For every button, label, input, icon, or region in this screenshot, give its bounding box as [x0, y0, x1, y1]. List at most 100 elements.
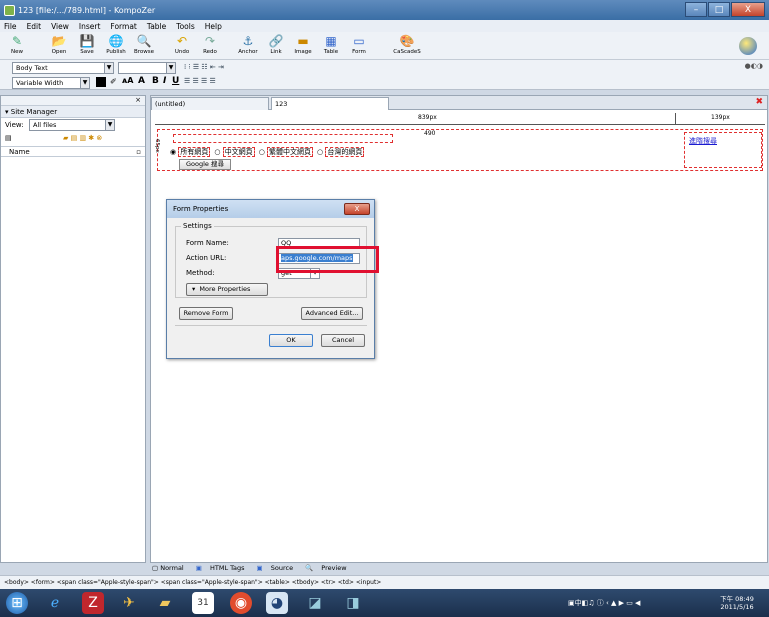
browse-button[interactable]: 🔍 Browse [131, 34, 157, 55]
dialog-close-button[interactable]: X [344, 203, 370, 215]
menu-format[interactable]: Format [110, 22, 136, 31]
highlight-icon[interactable]: ✐ [110, 77, 117, 86]
underline-button[interactable]: U [172, 76, 179, 86]
kompozer-icon[interactable]: ◕ [266, 592, 288, 614]
sidebar-tools: ▤ ▰ ▤ ▥ ✱ ⊗ [1, 132, 145, 146]
explorer-icon[interactable]: ▰ [154, 592, 176, 614]
publish-label: Publish [106, 49, 126, 55]
radio-chinese-pages[interactable]: ○ 中文網頁 [214, 147, 255, 157]
radio-traditional-pages[interactable]: ○ 繁體中文網頁 [259, 147, 314, 157]
search-radio-group: ◉ 所有網頁 ○ 中文網頁 ○ 繁體中文網頁 ○ 台灣的網頁 [170, 147, 365, 157]
folder-icons[interactable]: ▰ ▤ ▥ ✱ ⊗ [63, 134, 102, 142]
save-button[interactable]: 💾 Save [74, 34, 100, 55]
radio-all-pages-label: 所有網頁 [178, 147, 211, 157]
advanced-cell: 進階搜尋 [684, 132, 762, 168]
more-properties-button[interactable]: ▾ More Properties [186, 283, 268, 296]
cancel-button[interactable]: Cancel [321, 334, 365, 347]
filezilla-icon[interactable]: Z [82, 592, 104, 614]
publish-icon: 🌐 [108, 34, 124, 48]
column-picker-icon[interactable]: ▫ [136, 148, 141, 156]
publish-button[interactable]: 🌐 Publish [103, 34, 129, 55]
paragraph-format-select[interactable]: Body Text ▼ [12, 62, 114, 74]
google-search-button[interactable]: Google 搜尋 [179, 159, 231, 170]
tab-untitled-label: (untitled) [155, 100, 186, 108]
new-label: New [11, 49, 23, 55]
app-icon-10[interactable]: ◨ [342, 592, 364, 614]
menu-table[interactable]: Table [147, 22, 166, 31]
column-name: Name [9, 148, 30, 156]
minimize-button[interactable]: – [685, 2, 707, 17]
source-icon: ▣ [256, 563, 263, 572]
system-clock[interactable]: 下午 08:49 2011/5/16 [712, 593, 762, 611]
view-label: View: [5, 121, 24, 129]
font-size-icons[interactable]: ᴀA [122, 76, 133, 85]
undo-button[interactable]: ↶ Undo [169, 34, 195, 55]
view-value: All files [33, 121, 57, 129]
list-indent-icons[interactable]: ⁞ ⁝ ☰ ☷ ⇤ ⇥ [184, 63, 224, 71]
image-button[interactable]: ▬ Image [290, 34, 316, 55]
form-button[interactable]: ▭ Form [346, 34, 372, 55]
calendar-icon[interactable]: 31 [192, 592, 214, 614]
site-manager-panel: × ▾ Site Manager View: All files ▼ ▤ ▰ ▤ … [0, 95, 146, 563]
tab-html-tags[interactable]: ▣ HTML Tags [196, 564, 251, 572]
open-label: Open [51, 49, 67, 55]
tab-123[interactable]: 123 [271, 97, 389, 110]
anchor-button[interactable]: ⚓ Anchor [235, 34, 261, 55]
menu-edit[interactable]: Edit [27, 22, 42, 31]
dialog-title-bar: Form Properties X [167, 200, 374, 218]
cascades-label: CaScadeS [393, 49, 421, 55]
close-button[interactable]: X [731, 2, 765, 17]
menu-insert[interactable]: Insert [79, 22, 101, 31]
tab-source[interactable]: ▣ Source [257, 564, 300, 572]
document-tabs: (untitled) 123 ✖ [151, 96, 767, 110]
search-icon[interactable]: ●◐◑ [745, 62, 763, 70]
open-button[interactable]: 📂 Open [46, 34, 72, 55]
tab-untitled[interactable]: (untitled) [151, 97, 269, 110]
view-select[interactable]: All files ▼ [29, 119, 115, 131]
new-button[interactable]: ✎ New [4, 34, 30, 55]
method-label: Method: [186, 269, 215, 277]
close-tab-icon[interactable]: ✖ [755, 97, 763, 107]
cascades-button[interactable]: 🎨 CaScadeS [392, 34, 422, 55]
font-larger-icon[interactable]: A [138, 76, 145, 86]
radio-all-pages[interactable]: ◉ 所有網頁 [170, 147, 211, 157]
app-icon-3[interactable]: ✈ [118, 592, 140, 614]
ie-icon[interactable]: ℯ [44, 592, 66, 614]
menu-view[interactable]: View [51, 22, 69, 31]
inner-cell-ruler: 490 [173, 130, 435, 143]
font-family-select[interactable]: Variable Width ▼ [12, 77, 90, 89]
text-color-icon[interactable] [96, 77, 106, 87]
menu-tools[interactable]: Tools [176, 22, 194, 31]
anchor-icon: ⚓ [242, 34, 254, 48]
sites-icon[interactable]: ▤ [5, 134, 12, 142]
maximize-button[interactable]: □ [708, 2, 730, 17]
redo-button[interactable]: ↷ Redo [197, 34, 223, 55]
menu-file[interactable]: File [4, 22, 17, 31]
radio-taiwan-pages[interactable]: ○ 台灣的網頁 [317, 147, 365, 157]
close-icon[interactable]: × [135, 96, 141, 104]
app-icon-9[interactable]: ◪ [304, 592, 326, 614]
start-button[interactable]: ⊞ [6, 592, 28, 614]
site-manager-label: Site Manager [10, 108, 58, 116]
tray-icons[interactable]: ▣中◧♫ ⓘ ‹ ▲ ▶ ▭ ◀ [568, 598, 640, 608]
advanced-edit-button[interactable]: Advanced Edit... [301, 307, 363, 320]
chevron-down-icon: ▼ [105, 120, 114, 130]
ok-button[interactable]: OK [269, 334, 313, 347]
font-size-select[interactable]: ▼ [118, 62, 176, 74]
browse-icon: 🔍 [136, 34, 152, 48]
chrome-icon[interactable]: ◉ [230, 592, 252, 614]
align-icons[interactable]: ☰ ☰ ☰ ☰ [184, 77, 216, 85]
site-manager-title[interactable]: ▾ Site Manager [1, 106, 145, 118]
content-table[interactable]: 490 65px ◉ 所有網頁 ○ 中文網頁 ○ 繁體中文網頁 ○ 台灣的網頁 … [154, 129, 763, 171]
tab-preview[interactable]: 🔍 Preview [305, 564, 352, 572]
link-button[interactable]: 🔗 Link [263, 34, 289, 55]
italic-button[interactable]: I [163, 76, 166, 86]
tab-normal[interactable]: ▢ Normal [152, 564, 190, 572]
menu-help[interactable]: Help [205, 22, 222, 31]
bold-button[interactable]: B [152, 76, 159, 86]
table-button[interactable]: ▦ Table [318, 34, 344, 55]
dialog-divider [175, 325, 367, 326]
cascades-icon: 🎨 [399, 34, 415, 48]
remove-form-button[interactable]: Remove Form [179, 307, 233, 320]
advanced-search-link[interactable]: 進階搜尋 [689, 136, 717, 146]
